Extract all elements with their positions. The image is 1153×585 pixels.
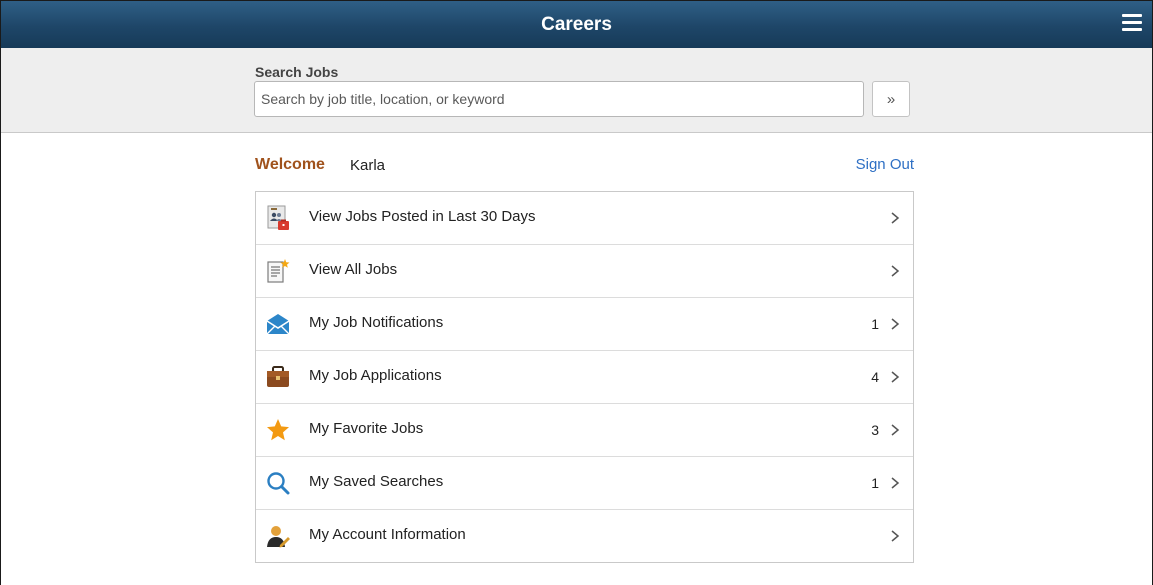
page-title: Careers xyxy=(541,13,612,35)
menu-item-saved-searches[interactable]: My Saved Searches 1 xyxy=(256,457,913,510)
recent-jobs-icon xyxy=(267,205,289,230)
menu-item-label: View All Jobs xyxy=(309,261,398,278)
sign-out-link[interactable]: Sign Out xyxy=(856,156,914,173)
careers-menu-list: View Jobs Posted in Last 30 Days View Al… xyxy=(255,191,914,563)
hamburger-menu-icon[interactable] xyxy=(1122,14,1142,34)
header-bar: Careers xyxy=(1,1,1152,48)
menu-item-label: My Job Applications xyxy=(309,367,442,384)
user-name: Karla xyxy=(350,157,386,174)
menu-item-count: 3 xyxy=(871,422,879,438)
welcome-greeting: Welcome xyxy=(255,156,325,173)
search-button-label: » xyxy=(886,90,896,108)
envelope-icon xyxy=(266,314,290,335)
menu-item-all-jobs[interactable]: View All Jobs xyxy=(256,245,913,298)
search-input[interactable] xyxy=(254,81,864,117)
search-button[interactable]: » xyxy=(872,81,910,117)
chevron-right-icon xyxy=(891,424,900,436)
menu-item-job-notifications[interactable]: My Job Notifications 1 xyxy=(256,298,913,351)
menu-item-job-applications[interactable]: My Job Applications 4 xyxy=(256,351,913,404)
menu-item-label: My Job Notifications xyxy=(309,314,444,331)
menu-item-label: View Jobs Posted in Last 30 Days xyxy=(309,208,536,225)
chevron-right-icon xyxy=(891,318,900,330)
menu-item-count: 1 xyxy=(871,316,879,332)
account-user-icon xyxy=(267,526,290,548)
menu-item-label: My Account Information xyxy=(309,526,466,543)
menu-item-account-information[interactable]: My Account Information xyxy=(256,510,913,562)
search-label: Search Jobs xyxy=(255,64,339,80)
chevron-right-icon xyxy=(891,265,900,277)
menu-item-count: 1 xyxy=(871,475,879,491)
all-jobs-document-icon xyxy=(267,259,290,283)
menu-item-label: My Saved Searches xyxy=(309,473,444,490)
magnifier-icon xyxy=(267,472,290,495)
briefcase-icon xyxy=(267,366,289,387)
menu-item-count: 4 xyxy=(871,369,879,385)
chevron-right-icon xyxy=(891,371,900,383)
menu-item-favorite-jobs[interactable]: My Favorite Jobs 3 xyxy=(256,404,913,457)
welcome-row: Welcome Karla Sign Out xyxy=(255,156,914,178)
search-section: Search Jobs » xyxy=(1,48,1152,133)
chevron-right-icon xyxy=(891,477,900,489)
menu-item-jobs-last-30-days[interactable]: View Jobs Posted in Last 30 Days xyxy=(256,192,913,245)
menu-item-label: My Favorite Jobs xyxy=(309,420,424,437)
chevron-right-icon xyxy=(891,212,900,224)
star-icon xyxy=(267,419,289,441)
careers-page: Careers Search Jobs » Welcome Karla Sign… xyxy=(0,0,1153,585)
chevron-right-icon xyxy=(891,530,900,542)
